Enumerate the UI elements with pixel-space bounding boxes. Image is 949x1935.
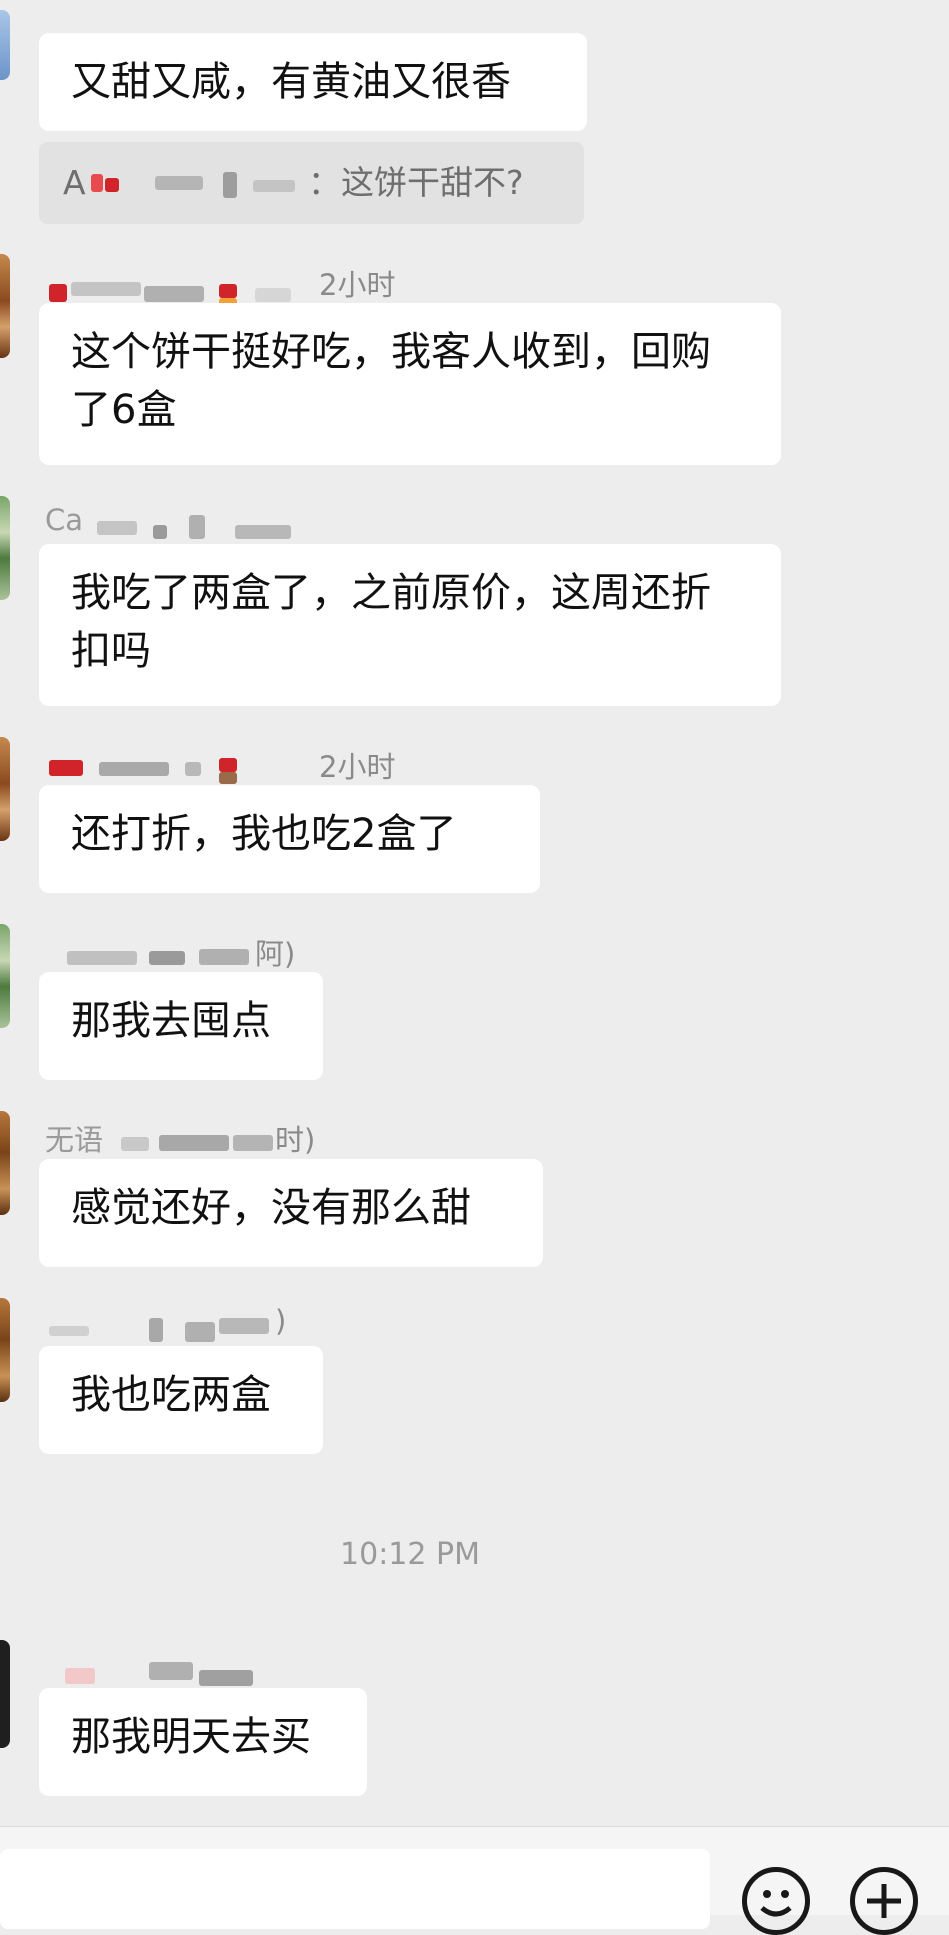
message-bubble[interactable]: 又甜又咸，有黄油又很香 [39,33,587,131]
message-bubble[interactable]: 这个饼干挺好吃，我客人收到，回购了6盒 [39,303,781,465]
avatar[interactable] [0,496,10,600]
message-text: 感觉还好，没有那么甜 [71,1185,471,1231]
avatar[interactable] [0,737,10,841]
sender-name: ) [49,1304,449,1344]
sender-name: 阿) [49,931,449,971]
message-text: 我也吃两盒 [71,1372,271,1418]
input-toolbar [0,1826,949,1935]
message-text: 那我明天去买 [71,1714,311,1760]
message-text: 还打折，我也吃2盒了 [71,811,457,857]
message-time: 2小时 [319,268,396,302]
message-bubble[interactable]: 感觉还好，没有那么甜 [39,1159,543,1267]
message-bubble[interactable]: 我也吃两盒 [39,1346,323,1454]
chat-area: 又甜又咸，有黄油又很香 A ：这饼干甜不? 2小时 这个饼干挺好吃，我客人收到，… [0,0,949,1826]
plus-circle-icon[interactable] [850,1867,918,1935]
message-time: ) [275,1304,287,1338]
message-input[interactable] [0,1849,710,1929]
message-text: 又甜又咸，有黄油又很香 [71,59,511,105]
avatar[interactable] [0,924,10,1028]
message-time: 2小时 [319,750,396,784]
message-text: 这个饼干挺好吃，我客人收到，回购了6盒 [71,329,711,433]
message-text: 那我去囤点 [71,998,271,1044]
message-bubble[interactable]: 我吃了两盒了，之前原价，这周还折扣吗 [39,544,781,706]
avatar[interactable] [0,1111,10,1215]
sender-name: 2小时 [49,744,449,784]
chat-timestamp: 10:12 PM [340,1537,480,1572]
quoted-message[interactable]: A ：这饼干甜不? [39,142,584,224]
sender-name: 无语 时) [45,1117,449,1157]
message-time: 时) [275,1123,316,1157]
sender-name: 2小时 [49,262,449,308]
avatar[interactable] [0,10,10,80]
message-text: 我吃了两盒了，之前原价，这周还折扣吗 [71,570,711,674]
quoted-sender-name: A [63,142,308,224]
sender-name: Ca [45,503,449,543]
sender-name [49,1646,449,1686]
avatar[interactable] [0,1298,10,1402]
avatar[interactable] [0,254,10,358]
message-bubble[interactable]: 那我去囤点 [39,972,323,1080]
message-time: 阿) [255,937,296,971]
smile-face-icon[interactable] [742,1867,810,1935]
quoted-text: ：这饼干甜不? [308,163,524,202]
avatar[interactable] [0,1640,10,1748]
message-bubble[interactable]: 还打折，我也吃2盒了 [39,785,540,893]
message-bubble[interactable]: 那我明天去买 [39,1688,367,1796]
